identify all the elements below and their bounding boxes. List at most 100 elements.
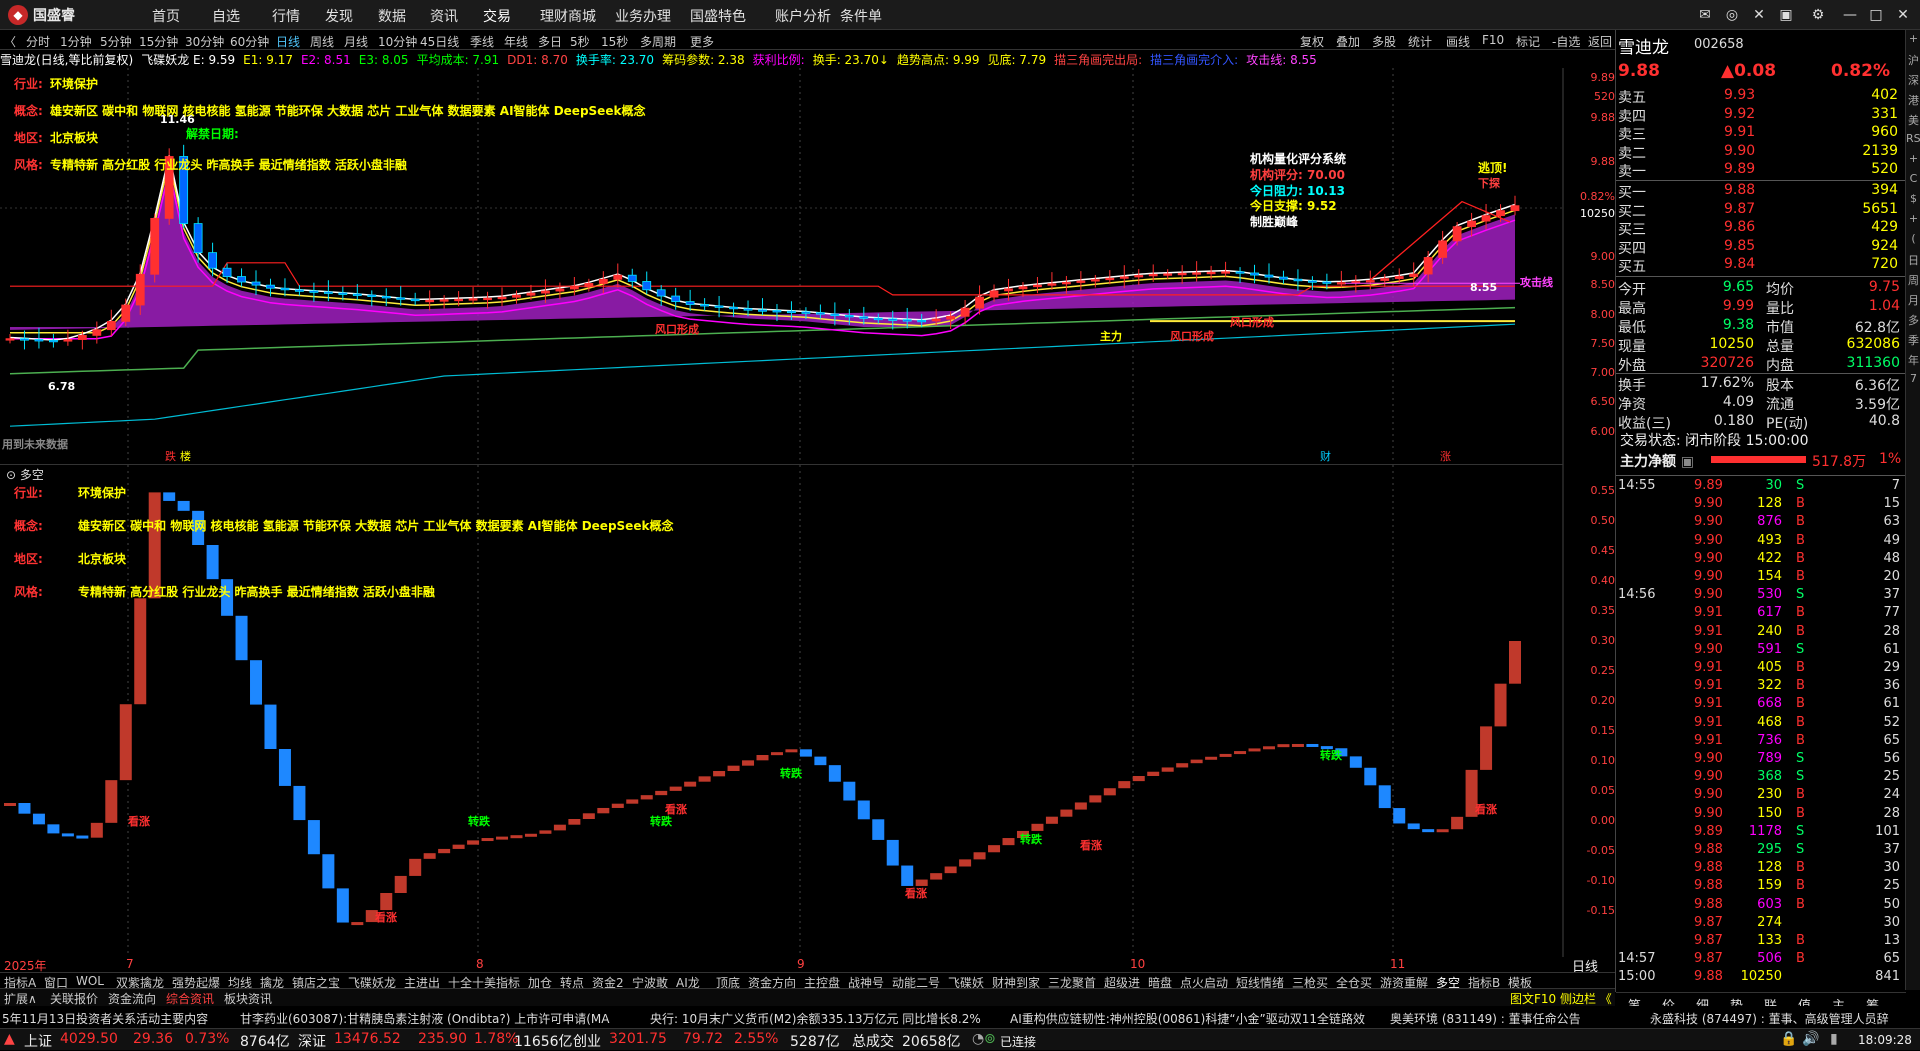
shortcut-6[interactable]: + xyxy=(1906,152,1920,170)
toolbar-btn-5[interactable]: F10 xyxy=(1482,33,1504,47)
toolbar-btn-0[interactable]: 复权 xyxy=(1300,33,1324,50)
shortcut-8[interactable]: $ xyxy=(1906,192,1920,210)
period-tab-2[interactable]: 5分钟 xyxy=(100,33,132,50)
menu-item-5[interactable]: 资讯 xyxy=(430,6,458,26)
shortcut-15[interactable]: 季 xyxy=(1906,332,1920,350)
skin-icon[interactable]: ▣ xyxy=(1776,5,1796,25)
news-item[interactable]: 央行: 10月末广义货币(M2)余额335.13万亿元 同比增长8.2% xyxy=(650,1010,981,1027)
period-tab-4[interactable]: 30分钟 xyxy=(185,33,224,50)
period-tab-17[interactable]: 更多 xyxy=(690,33,714,50)
toolbar-btn-3[interactable]: 统计 xyxy=(1408,33,1432,50)
order-book-row[interactable]: 卖四 9.92 331 xyxy=(1616,106,1906,125)
order-book-row[interactable]: 卖五 9.93 402 xyxy=(1616,87,1906,106)
period-tab-11[interactable]: 季线 xyxy=(470,33,494,50)
order-book-row[interactable]: 卖二 9.90 2139 xyxy=(1616,143,1906,162)
news-item[interactable]: 奥美环境 (831149) : 董事任命公告 xyxy=(1390,1010,1581,1027)
info-tab-3[interactable]: 综合资讯 xyxy=(166,990,214,1007)
duokong-indicator-chart[interactable]: 看涨 转跌看涨转跌看涨转跌看涨转跌 看涨转跌看涨 xyxy=(0,465,1615,957)
period-tab-0[interactable]: 分时 xyxy=(26,33,50,50)
bell-icon[interactable]: ◔ xyxy=(972,1031,984,1047)
order-book-row[interactable]: 卖三 9.91 960 xyxy=(1616,124,1906,143)
period-tab-13[interactable]: 多日 xyxy=(538,33,562,50)
shortcut-7[interactable]: C xyxy=(1906,172,1920,190)
shortcut-16[interactable]: 年 xyxy=(1906,352,1920,370)
news-item[interactable]: 5年11月13日投资者关系活动主要内容 xyxy=(2,1010,208,1027)
order-book-row[interactable]: 买一 9.88 394 xyxy=(1616,182,1906,201)
price-axis-label: 8.00 xyxy=(1590,308,1616,321)
toolbar-btn-8[interactable]: 返回 xyxy=(1588,33,1612,50)
shortcut-11[interactable]: 日 xyxy=(1906,252,1920,270)
menu-item-7[interactable]: 理财商城 xyxy=(540,6,596,26)
info-tab-2[interactable]: 资金流向 xyxy=(108,990,156,1007)
menu-item-6[interactable]: 交易 xyxy=(483,6,511,26)
menu-item-0[interactable]: 首页 xyxy=(152,6,180,26)
shortcut-0[interactable]: + xyxy=(1906,32,1920,50)
message-icon[interactable]: ✉ xyxy=(1695,5,1715,25)
shortcut-14[interactable]: 多 xyxy=(1906,312,1920,330)
indicator-tab-2[interactable]: WOL xyxy=(76,974,104,988)
tick-volume: 128 xyxy=(1757,496,1782,512)
period-tab-7[interactable]: 周线 xyxy=(310,33,334,50)
menu-item-9[interactable]: 国盛特色 xyxy=(690,6,746,26)
shortcut-13[interactable]: 月 xyxy=(1906,292,1920,310)
settings-icon[interactable]: ⚙ xyxy=(1808,5,1828,25)
order-book-row[interactable]: 买二 9.87 5651 xyxy=(1616,201,1906,220)
news-item[interactable]: 永盛科技 (874497) : 董事、高级管理人员辞 xyxy=(1650,1010,1889,1027)
order-book-row[interactable]: 买三 9.86 429 xyxy=(1616,219,1906,238)
lock-icon[interactable]: 🔒 xyxy=(1780,1031,1797,1047)
price-axis-label: 7.00 xyxy=(1590,366,1616,379)
period-tab-6[interactable]: 日线 xyxy=(276,33,300,50)
period-tab-9[interactable]: 10分钟 xyxy=(378,33,417,50)
period-tab-5[interactable]: 60分钟 xyxy=(230,33,269,50)
menu-item-4[interactable]: 数据 xyxy=(378,6,406,26)
order-book-row[interactable]: 买四 9.85 924 xyxy=(1616,238,1906,257)
close-icon[interactable]: ✕ xyxy=(1893,5,1913,25)
news-item[interactable]: AI重构供应链韧性:神州控股(00861)科捷“小金”驱动双11全链路效 xyxy=(1010,1010,1365,1027)
candlestick-chart[interactable]: 11.46解禁日期:6.78机构量化评分系统机构评分: 70.00今日阻力: 1… xyxy=(0,68,1615,465)
period-tab-15[interactable]: 15秒 xyxy=(601,33,628,50)
maximize-icon[interactable]: □ xyxy=(1866,5,1886,25)
info-tab-4[interactable]: 板块资讯 xyxy=(224,990,272,1007)
period-tab-1[interactable]: 1分钟 xyxy=(60,33,92,50)
shortcut-10[interactable]: ( xyxy=(1906,232,1920,250)
toolbar-btn-6[interactable]: 标记 xyxy=(1516,33,1540,50)
menu-item-11[interactable]: 条件单 xyxy=(840,6,882,26)
sound-icon[interactable]: 🔊 xyxy=(1802,1031,1819,1047)
menu-item-2[interactable]: 行情 xyxy=(272,6,300,26)
menu-item-1[interactable]: 自选 xyxy=(212,6,240,26)
info-tab-0[interactable]: 扩展∧ xyxy=(4,990,37,1007)
order-book-row[interactable]: 买五 9.84 720 xyxy=(1616,256,1906,275)
shortcut-12[interactable]: 周 xyxy=(1906,272,1920,290)
tick-volume: 506 xyxy=(1757,951,1782,967)
minimize-icon[interactable]: — xyxy=(1840,5,1860,25)
toolbar-btn-2[interactable]: 多股 xyxy=(1372,33,1396,50)
shortcut-5[interactable]: RSI xyxy=(1906,132,1920,150)
bell-icon[interactable]: ◎ xyxy=(1722,5,1742,25)
shortcut-4[interactable]: 美 xyxy=(1906,112,1920,130)
toolbar-btn-1[interactable]: 叠加 xyxy=(1336,33,1360,50)
period-tab-3[interactable]: 15分钟 xyxy=(139,33,178,50)
period-tab-14[interactable]: 5秒 xyxy=(570,33,590,50)
sidebar-toggle[interactable]: 图文F10 侧边栏 《 xyxy=(1510,990,1612,1007)
period-tab-8[interactable]: 月线 xyxy=(344,33,368,50)
news-item[interactable]: 甘李药业(603087):甘精胰岛素注射液 (Ondibta?) 上市许可申请(… xyxy=(240,1010,610,1027)
tools-icon[interactable]: ✕ xyxy=(1749,5,1769,25)
menu-item-8[interactable]: 业务办理 xyxy=(615,6,671,26)
shortcut-17[interactable]: 7 xyxy=(1906,372,1920,390)
shortcut-1[interactable]: 沪 xyxy=(1906,52,1920,70)
info-tab-1[interactable]: 关联报价 xyxy=(50,990,98,1007)
period-tab-16[interactable]: 多周期 xyxy=(640,33,676,50)
menu-item-3[interactable]: 发现 xyxy=(325,6,353,26)
shortcut-9[interactable]: + xyxy=(1906,212,1920,230)
duokong-bar xyxy=(467,840,480,845)
period-nav-icon[interactable]: 〈 xyxy=(4,33,16,50)
shortcut-3[interactable]: 港 xyxy=(1906,92,1920,110)
toolbar-btn-7[interactable]: -自选 xyxy=(1552,33,1580,50)
order-level: 卖五 xyxy=(1618,90,1646,106)
menu-item-10[interactable]: 账户分析 xyxy=(775,6,831,26)
period-tab-12[interactable]: 年线 xyxy=(504,33,528,50)
toolbar-btn-4[interactable]: 画线 xyxy=(1446,33,1470,50)
shortcut-2[interactable]: 深 xyxy=(1906,72,1920,90)
period-tab-10[interactable]: 45日线 xyxy=(420,33,459,50)
order-book-row[interactable]: 卖一 9.89 520 xyxy=(1616,161,1906,180)
